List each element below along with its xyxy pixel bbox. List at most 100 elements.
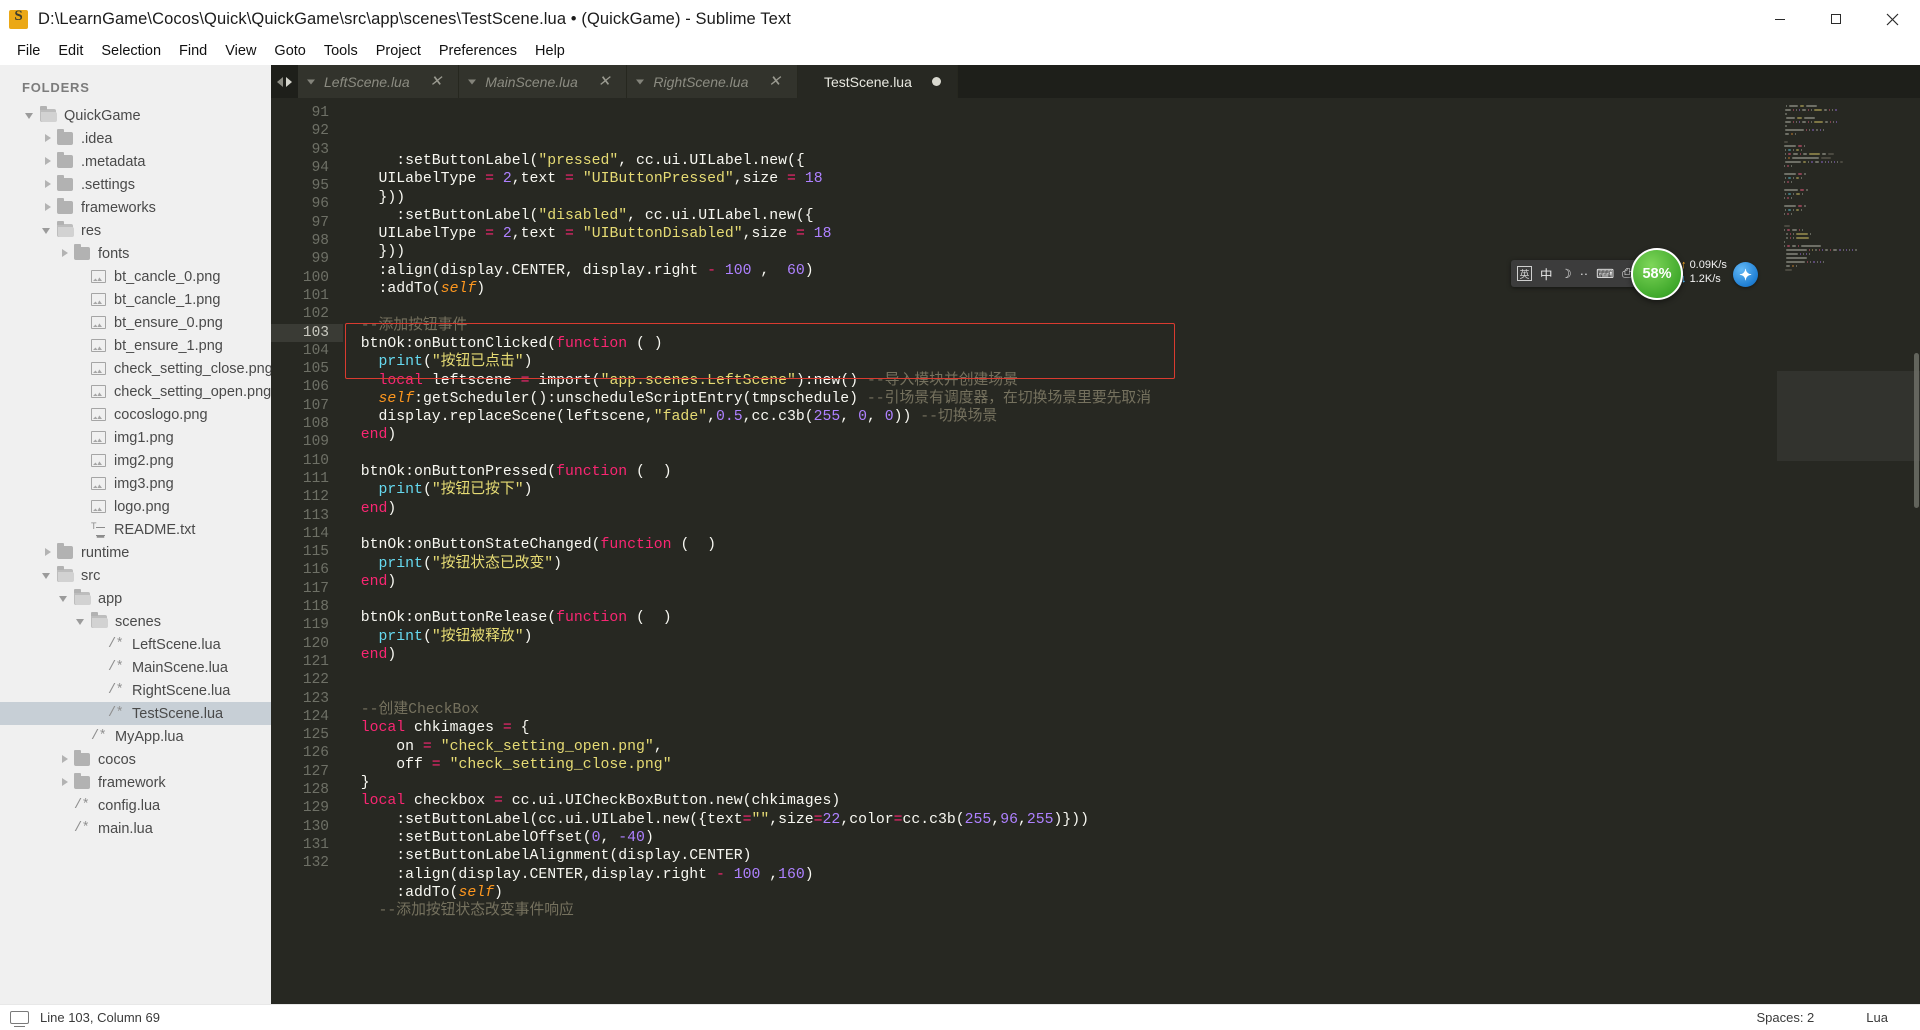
code-line[interactable]: btnOk:onButtonRelease(function ( ): [343, 609, 1777, 627]
chevron-right-icon[interactable]: [42, 133, 53, 144]
tree-item-myapp-lua[interactable]: /* MyApp.lua: [0, 725, 271, 748]
tree-item-readme-txt[interactable]: README.txt: [0, 518, 271, 541]
tab-close-icon[interactable]: ✕: [598, 74, 611, 89]
tree-item-runtime[interactable]: runtime: [0, 541, 271, 564]
chevron-right-icon[interactable]: [42, 156, 53, 167]
tab-rightscene[interactable]: RightScene.lua ✕: [627, 65, 798, 98]
menu-tools[interactable]: Tools: [315, 40, 367, 62]
tree-item-fonts[interactable]: fonts: [0, 242, 271, 265]
chevron-down-icon[interactable]: [42, 570, 53, 581]
tree-item-img2-png[interactable]: img2.png: [0, 449, 271, 472]
maximize-button[interactable]: [1808, 0, 1864, 38]
tree-item-framework[interactable]: framework: [0, 771, 271, 794]
tree-item-img1-png[interactable]: img1.png: [0, 426, 271, 449]
layout-icon[interactable]: [10, 1011, 29, 1027]
code-line[interactable]: [343, 298, 1777, 316]
code-line[interactable]: :setButtonLabelAlignment(display.CENTER): [343, 847, 1777, 865]
code-line[interactable]: local chkimages = {: [343, 719, 1777, 737]
code-line[interactable]: end): [343, 573, 1777, 591]
tab-testscene[interactable]: TestScene.lua: [797, 65, 958, 98]
code-line[interactable]: --添加按钮事件: [343, 317, 1777, 335]
ime-keyboard-icon[interactable]: ⌨: [1596, 266, 1614, 281]
syntax-label[interactable]: Lua: [1840, 1010, 1920, 1025]
code-line[interactable]: print("按钮已点击"): [343, 353, 1777, 371]
tab-close-icon[interactable]: ✕: [768, 74, 781, 89]
menu-find[interactable]: Find: [170, 40, 216, 62]
tree-item-res[interactable]: res: [0, 219, 271, 242]
tab-mainscene[interactable]: MainScene.lua ✕: [459, 65, 628, 98]
tree-item-metadata[interactable]: .metadata: [0, 150, 271, 173]
tree-item-bt-ensure-0-png[interactable]: bt_ensure_0.png: [0, 311, 271, 334]
code-line[interactable]: display.replaceScene(leftscene,"fade",0.…: [343, 408, 1777, 426]
tree-item-cocoslogo-png[interactable]: cocoslogo.png: [0, 403, 271, 426]
code-line[interactable]: off = "check_setting_close.png": [343, 756, 1777, 774]
code-line[interactable]: local leftscene = import("app.scenes.Lef…: [343, 372, 1777, 390]
minimap[interactable]: [1777, 98, 1920, 1004]
minimap-viewport-indicator[interactable]: [1777, 371, 1920, 461]
tree-item-rightscene-lua[interactable]: /* RightScene.lua: [0, 679, 271, 702]
network-speed-bubble[interactable]: 58%: [1631, 248, 1683, 300]
chevron-down-icon[interactable]: [59, 593, 70, 604]
code-content[interactable]: :setButtonLabel("pressed", cc.ui.UILabel…: [343, 98, 1777, 1004]
code-line[interactable]: local checkbox = cc.ui.UICheckBoxButton.…: [343, 792, 1777, 810]
menu-view[interactable]: View: [216, 40, 265, 62]
tab-dropdown-icon[interactable]: [807, 79, 815, 84]
code-line[interactable]: --添加按钮状态改变事件响应: [343, 902, 1777, 920]
tree-item-config-lua[interactable]: /* config.lua: [0, 794, 271, 817]
tab-dropdown-icon[interactable]: [636, 79, 645, 84]
tree-item-leftscene-lua[interactable]: /* LeftScene.lua: [0, 633, 271, 656]
close-button[interactable]: [1864, 0, 1920, 38]
code-line[interactable]: :addTo(self): [343, 884, 1777, 902]
code-line[interactable]: UILabelType = 2,text = "UIButtonDisabled…: [343, 225, 1777, 243]
tree-item-idea[interactable]: .idea: [0, 127, 271, 150]
code-line[interactable]: [343, 591, 1777, 609]
code-line[interactable]: self:getScheduler():unscheduleScriptEntr…: [343, 390, 1777, 408]
tab-scroll-buttons[interactable]: [271, 65, 298, 98]
ime-punct-icon[interactable]: ··: [1580, 267, 1588, 281]
tree-item-scenes[interactable]: scenes: [0, 610, 271, 633]
tab-close-icon[interactable]: ✕: [430, 74, 443, 89]
tree-item-check-setting-close-png[interactable]: check_setting_close.png: [0, 357, 271, 380]
code-line[interactable]: on = "check_setting_open.png",: [343, 738, 1777, 756]
tree-item-testscene-lua[interactable]: /* TestScene.lua: [0, 702, 271, 725]
code-line[interactable]: [343, 445, 1777, 463]
chevron-right-icon[interactable]: [59, 248, 70, 259]
tree-item-logo-png[interactable]: logo.png: [0, 495, 271, 518]
code-line[interactable]: end): [343, 646, 1777, 664]
code-line[interactable]: :setButtonLabel(cc.ui.UILabel.new({text =…: [343, 811, 1777, 829]
tree-item-app[interactable]: app: [0, 587, 271, 610]
code-line[interactable]: print("按钮被释放"): [343, 628, 1777, 646]
next-tab-icon[interactable]: [286, 76, 292, 87]
menu-project[interactable]: Project: [367, 40, 430, 62]
code-line[interactable]: print("按钮状态已改变"): [343, 555, 1777, 573]
scrollbar-thumb[interactable]: [1914, 353, 1919, 508]
ime-moon-icon[interactable]: ☽: [1561, 266, 1572, 281]
code-line[interactable]: end): [343, 500, 1777, 518]
code-line[interactable]: btnOk:onButtonStateChanged(function ( ): [343, 536, 1777, 554]
code-line[interactable]: --创建CheckBox: [343, 701, 1777, 719]
vertical-scrollbar[interactable]: [1913, 98, 1920, 1004]
chevron-down-icon[interactable]: [42, 225, 53, 236]
tree-item-quickgame[interactable]: QuickGame: [0, 104, 271, 127]
tree-item-img3-png[interactable]: img3.png: [0, 472, 271, 495]
tab-dropdown-icon[interactable]: [307, 79, 315, 84]
tree-item-main-lua[interactable]: /* main.lua: [0, 817, 271, 840]
tree-item-bt-ensure-1-png[interactable]: bt_ensure_1.png: [0, 334, 271, 357]
tab-unsaved-indicator[interactable]: [931, 77, 941, 86]
code-line[interactable]: :setButtonLabelOffset(0, -40): [343, 829, 1777, 847]
tab-dropdown-icon[interactable]: [468, 79, 477, 84]
indentation-label[interactable]: Spaces: 2: [1730, 1010, 1840, 1025]
code-line[interactable]: btnOk:onButtonPressed(function ( ): [343, 463, 1777, 481]
tree-item-bt-cancle-1-png[interactable]: bt_cancle_1.png: [0, 288, 271, 311]
chevron-down-icon[interactable]: [25, 110, 36, 121]
chevron-down-icon[interactable]: [76, 616, 87, 627]
network-accelerate-orb[interactable]: ✦: [1733, 262, 1758, 287]
tree-item-check-setting-open-png[interactable]: check_setting_open.png: [0, 380, 271, 403]
tree-item-cocos[interactable]: cocos: [0, 748, 271, 771]
code-line[interactable]: print("按钮已按下"): [343, 481, 1777, 499]
code-line[interactable]: :setButtonLabel("disabled", cc.ui.UILabe…: [343, 207, 1777, 225]
menu-preferences[interactable]: Preferences: [430, 40, 526, 62]
tree-item-frameworks[interactable]: frameworks: [0, 196, 271, 219]
code-line[interactable]: :align(display.CENTER,display.right - 10…: [343, 866, 1777, 884]
code-line[interactable]: btnOk:onButtonClicked(function ( ): [343, 335, 1777, 353]
